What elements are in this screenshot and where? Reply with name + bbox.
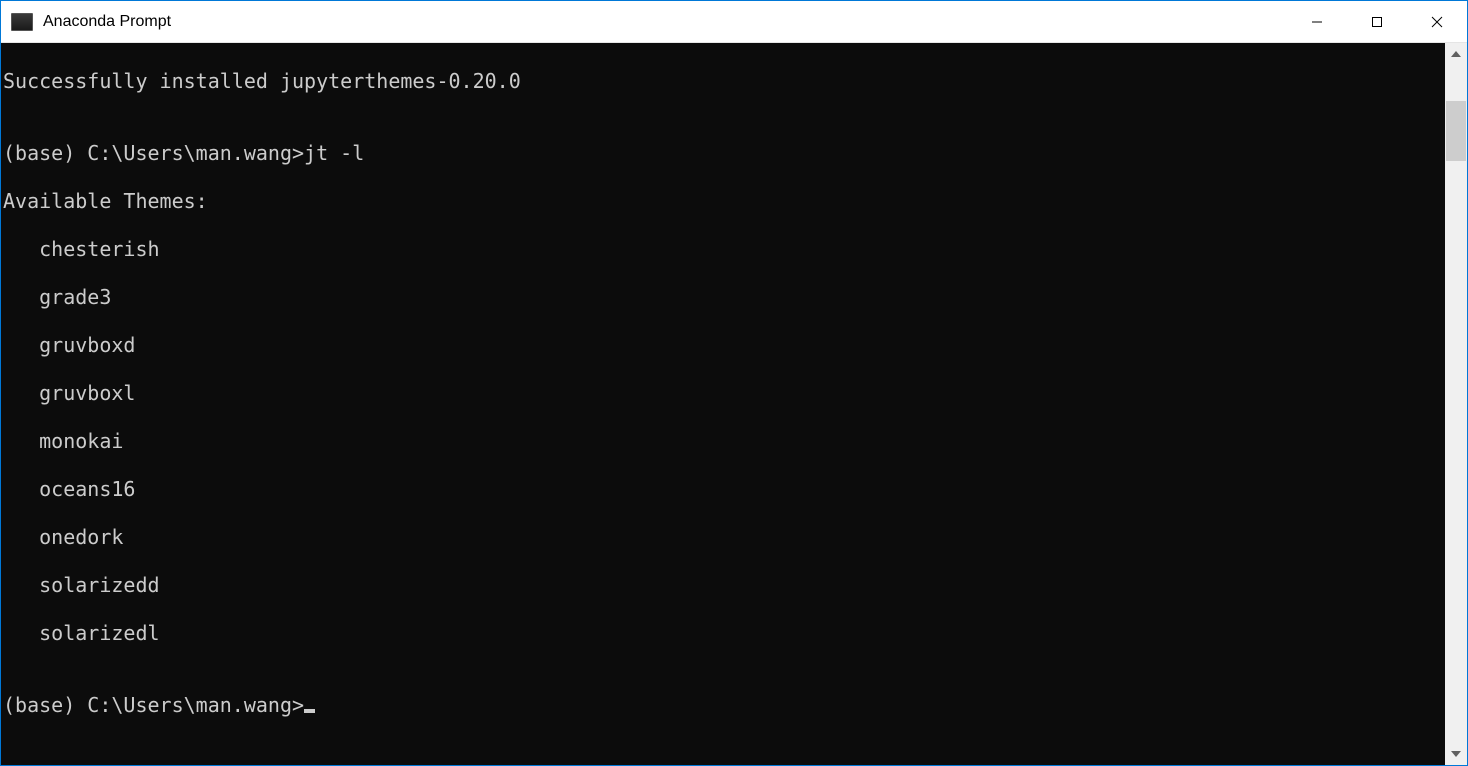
theme-item: oceans16: [3, 477, 1445, 501]
output-line: Successfully installed jupyterthemes-0.2…: [3, 69, 1445, 93]
vertical-scrollbar[interactable]: [1445, 43, 1467, 765]
maximize-icon: [1371, 16, 1383, 28]
terminal-container: Successfully installed jupyterthemes-0.2…: [1, 43, 1467, 765]
theme-item: solarizedd: [3, 573, 1445, 597]
scroll-thumb[interactable]: [1446, 101, 1466, 161]
chevron-up-icon: [1451, 51, 1461, 57]
minimize-button[interactable]: [1287, 1, 1347, 42]
prompt-line-current: (base) C:\Users\man.wang>: [3, 693, 1445, 717]
scroll-up-arrow[interactable]: [1445, 43, 1467, 65]
prompt-text: (base) C:\Users\man.wang>: [3, 693, 304, 717]
theme-item: gruvboxd: [3, 333, 1445, 357]
minimize-icon: [1311, 16, 1323, 28]
terminal-app-icon: [11, 13, 33, 31]
maximize-button[interactable]: [1347, 1, 1407, 42]
output-line: Available Themes:: [3, 189, 1445, 213]
scroll-track[interactable]: [1445, 65, 1467, 743]
theme-item: solarizedl: [3, 621, 1445, 645]
terminal-output[interactable]: Successfully installed jupyterthemes-0.2…: [1, 43, 1445, 765]
titlebar[interactable]: Anaconda Prompt: [1, 1, 1467, 43]
window-title: Anaconda Prompt: [43, 13, 1287, 31]
chevron-down-icon: [1451, 751, 1461, 757]
close-icon: [1431, 16, 1443, 28]
theme-item: grade3: [3, 285, 1445, 309]
theme-item: monokai: [3, 429, 1445, 453]
theme-item: chesterish: [3, 237, 1445, 261]
scroll-down-arrow[interactable]: [1445, 743, 1467, 765]
theme-item: gruvboxl: [3, 381, 1445, 405]
window-controls: [1287, 1, 1467, 42]
prompt-line: (base) C:\Users\man.wang>jt -l: [3, 141, 1445, 165]
close-button[interactable]: [1407, 1, 1467, 42]
cursor: [304, 709, 315, 713]
theme-item: onedork: [3, 525, 1445, 549]
